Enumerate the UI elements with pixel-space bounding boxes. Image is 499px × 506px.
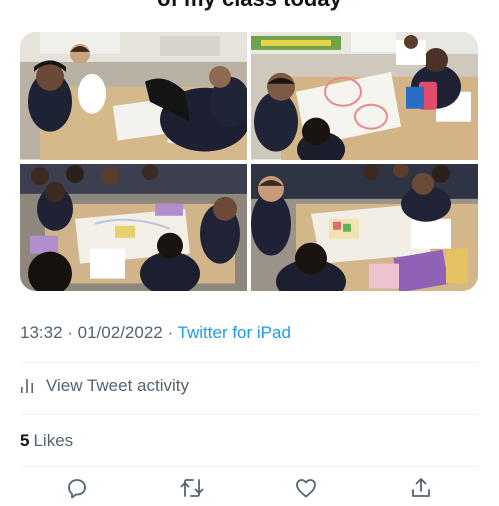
reply-icon: [68, 479, 87, 499]
likes-count: 5: [20, 431, 30, 450]
like-icon: [296, 479, 317, 498]
view-tweet-activity-button[interactable]: View Tweet activity: [20, 372, 189, 400]
meta-separator: ·: [162, 323, 178, 342]
retweet-icon: [180, 479, 204, 497]
share-icon: [411, 478, 430, 497]
source-app-link[interactable]: Twitter for iPad: [178, 323, 291, 342]
retweet-button[interactable]: [178, 476, 206, 504]
like-button[interactable]: [292, 476, 320, 504]
divider: [20, 414, 478, 415]
classroom-photo-3[interactable]: [20, 163, 247, 291]
media-grid: [20, 32, 478, 291]
tweet-meta: 13:32 · 01/02/2022 · Twitter for iPad: [20, 321, 291, 345]
classroom-photo-1[interactable]: [20, 32, 247, 160]
divider: [20, 362, 478, 363]
classroom-photo-4[interactable]: [251, 163, 478, 291]
bar-chart-icon: [21, 379, 33, 393]
divider: [20, 466, 478, 467]
share-button[interactable]: [407, 476, 435, 504]
tweet-text-cutoff: of my class today: [0, 0, 499, 28]
tweet-text: of my class today: [0, 0, 499, 12]
classroom-photo-2[interactable]: [251, 32, 478, 160]
reply-button[interactable]: [63, 476, 91, 504]
action-bar: [20, 476, 478, 506]
likes-label: Likes: [33, 431, 74, 450]
activity-label: View Tweet activity: [46, 376, 189, 395]
likes-link[interactable]: 5 Likes: [20, 428, 73, 454]
timestamp[interactable]: 13:32 · 01/02/2022: [20, 323, 163, 342]
